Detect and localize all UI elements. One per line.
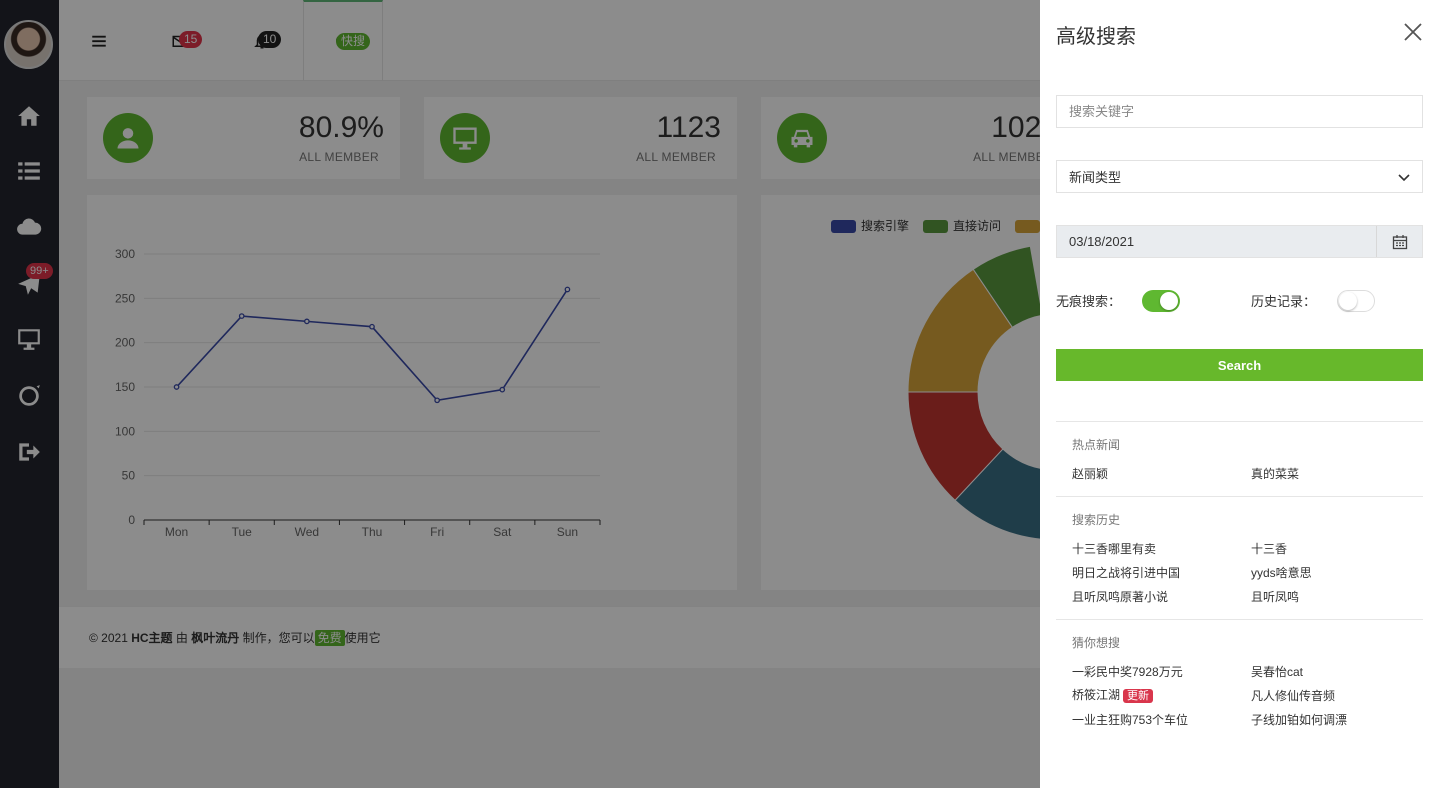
drawer-title: 高级搜索 xyxy=(1056,26,1136,48)
guess-link[interactable]: 一彩民中奖7928万元 xyxy=(1072,663,1183,680)
divider xyxy=(1056,496,1423,497)
guess-link[interactable]: 凡人修仙传音频 xyxy=(1251,687,1335,704)
hot-news-link[interactable]: 真的菜菜 xyxy=(1251,465,1299,482)
hot-news-title: 热点新闻 xyxy=(1072,438,1121,452)
history-link[interactable]: 且听凤鸣 xyxy=(1251,588,1299,605)
history-link[interactable]: 明日之战将引进中国 xyxy=(1072,564,1180,581)
toggle-knob xyxy=(1339,292,1357,310)
new-tag: 更新 xyxy=(1123,689,1154,703)
calendar-icon xyxy=(1392,234,1407,249)
divider xyxy=(1056,619,1423,620)
divider xyxy=(1056,421,1423,422)
keyword-input[interactable] xyxy=(1069,104,1422,119)
news-type-select[interactable]: 新闻类型 xyxy=(1056,160,1423,193)
guess-link[interactable]: 吴春怡cat xyxy=(1251,663,1303,680)
guess-link[interactable]: 一业主狂购753个车位 xyxy=(1072,711,1188,728)
toggle-knob xyxy=(1160,292,1178,310)
history-link[interactable]: 十三香 xyxy=(1251,540,1287,557)
history-link[interactable]: yyds啥意思 xyxy=(1251,564,1312,581)
history-link[interactable]: 且听凤鸣原著小说 xyxy=(1072,588,1168,605)
guess-link[interactable]: 桥筱江湖 xyxy=(1072,688,1120,702)
incognito-label: 无痕搜索： xyxy=(1056,294,1122,309)
close-icon[interactable] xyxy=(1403,22,1423,42)
hot-news-link[interactable]: 赵丽颖 xyxy=(1072,465,1108,482)
history-toggle[interactable] xyxy=(1337,290,1375,312)
guess-item-with-tag: 桥筱江湖 更新 xyxy=(1072,686,1154,703)
history-label: 历史记录： xyxy=(1251,294,1317,309)
history-link[interactable]: 十三香哪里有卖 xyxy=(1072,540,1156,557)
news-type-value: 新闻类型 xyxy=(1069,170,1122,185)
keyword-field xyxy=(1056,95,1423,128)
guess-link[interactable]: 子线加铂如何调漂 xyxy=(1251,711,1347,728)
advanced-search-drawer: 高级搜索 新闻类型 03/18/2021 无痕搜索： 历史记录： Search … xyxy=(1040,0,1437,788)
modal-overlay[interactable] xyxy=(0,0,1040,788)
search-history-title: 搜索历史 xyxy=(1072,513,1121,527)
date-picker[interactable]: 03/18/2021 xyxy=(1056,225,1423,258)
calendar-button[interactable] xyxy=(1376,226,1422,257)
date-value: 03/18/2021 xyxy=(1069,234,1135,249)
chevron-down-icon xyxy=(1398,174,1410,182)
guess-title: 猜你想搜 xyxy=(1072,636,1121,650)
search-button[interactable]: Search xyxy=(1056,349,1423,381)
incognito-toggle[interactable] xyxy=(1142,290,1180,312)
